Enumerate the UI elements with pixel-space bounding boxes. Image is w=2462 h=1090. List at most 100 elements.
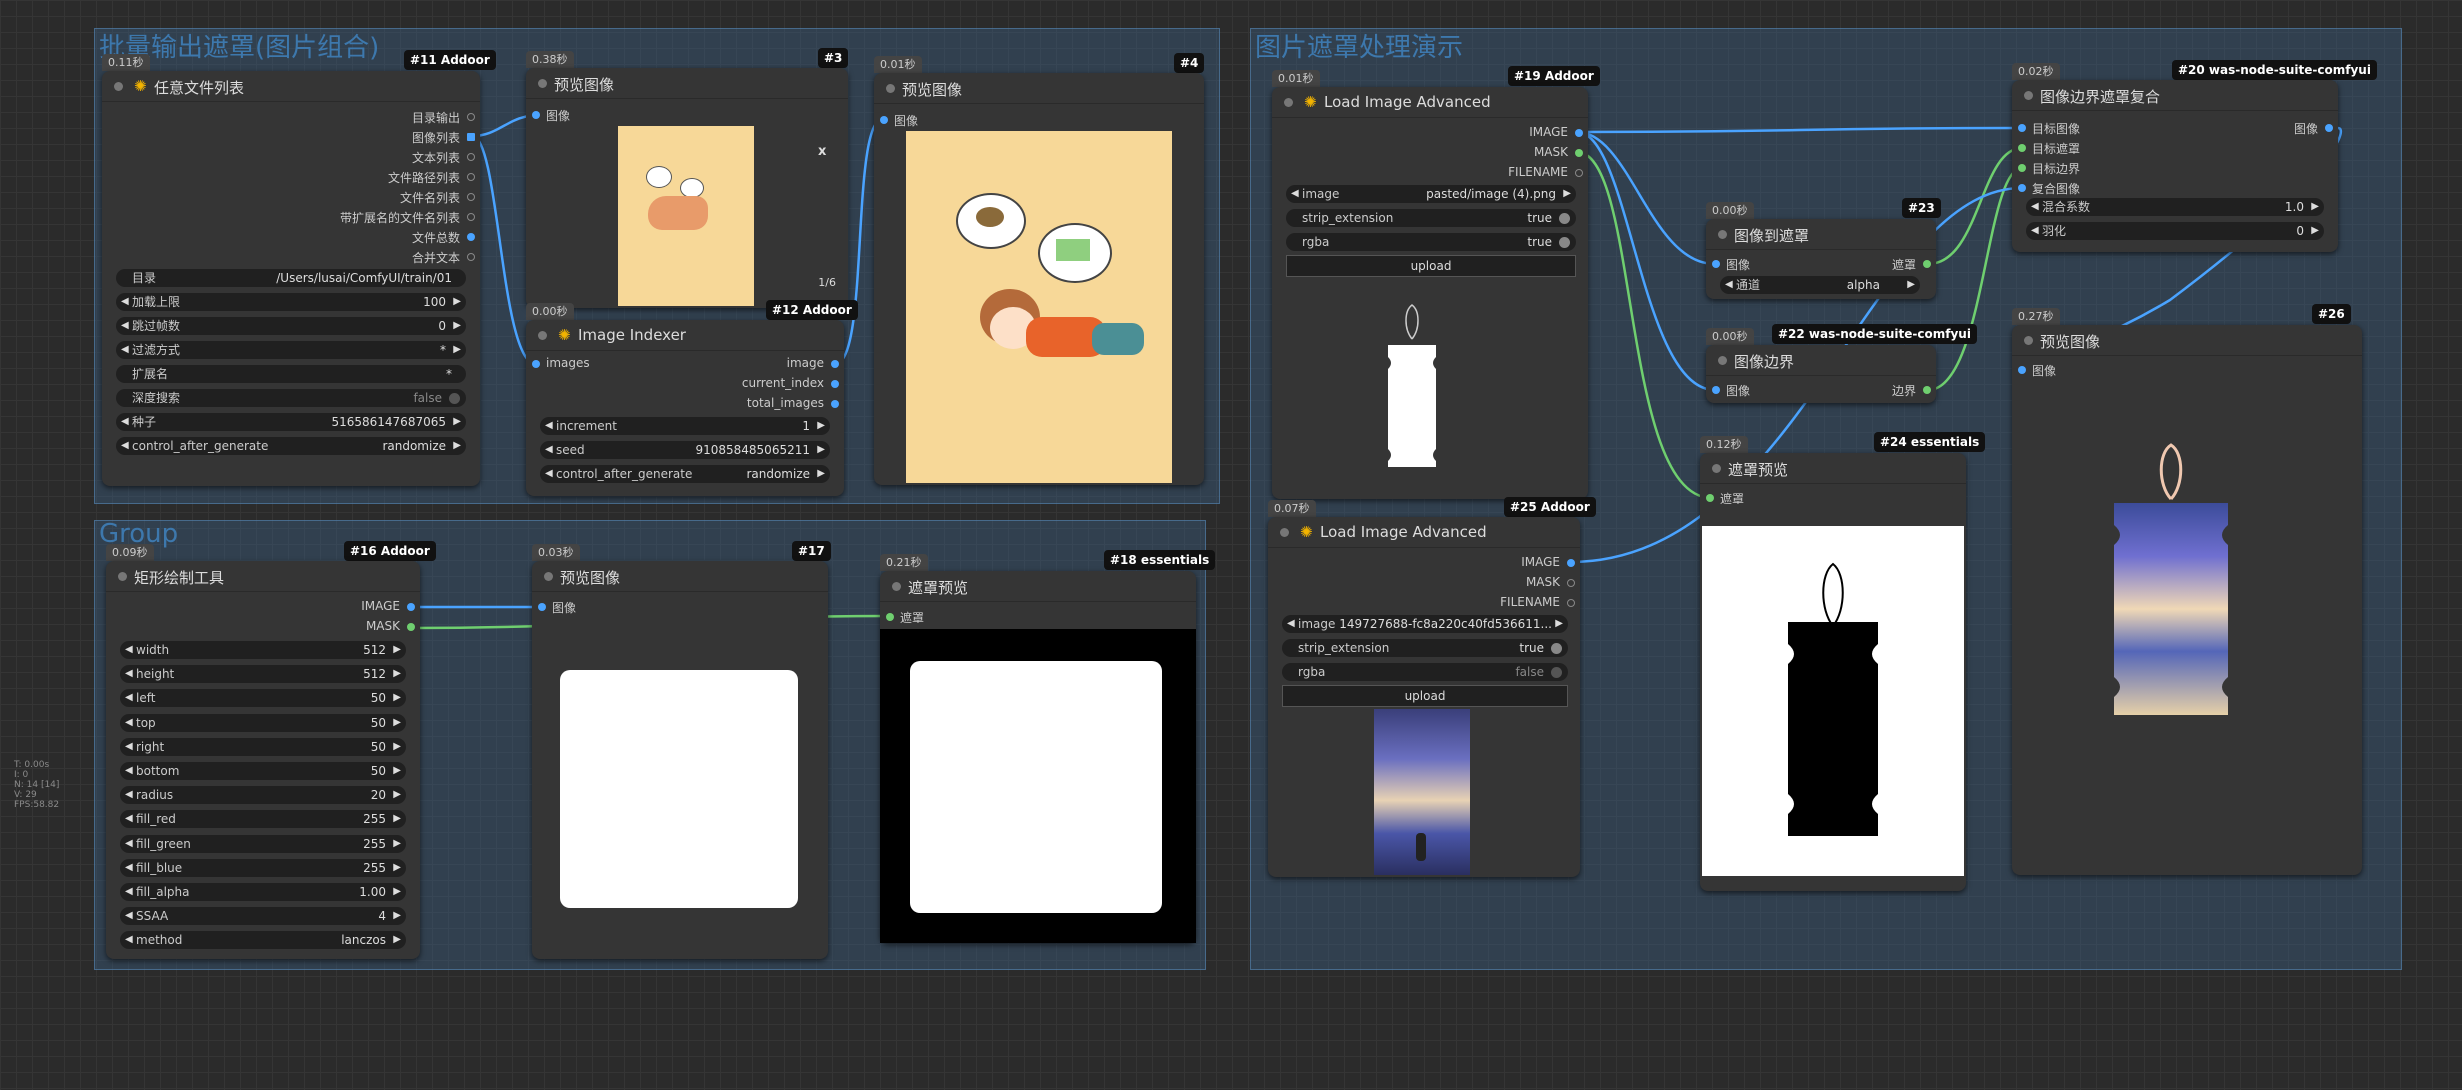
node-23-image-to-mask[interactable]: 图像到遮罩 图像 遮罩 ◀ 通道 alpha ▶ [1706,219,1936,299]
node-header[interactable]: 遮罩预览 [1700,453,1966,484]
output-socket[interactable] [467,173,475,181]
widget-width[interactable]: ◀ width 512 ▶ [120,641,406,659]
collapse-dot[interactable] [1280,528,1289,537]
output-socket[interactable] [407,603,415,611]
node-header[interactable]: ✺ 任意文件列表 [102,71,480,102]
input-socket[interactable] [886,613,894,621]
input-socket[interactable] [532,111,540,119]
output-socket[interactable] [1567,559,1575,567]
node-header[interactable]: 图像到遮罩 [1706,219,1936,250]
input-socket[interactable] [1706,494,1714,502]
widget-feather[interactable]: ◀ 羽化 0 ▶ [2026,222,2324,240]
composite-tag-image[interactable] [2106,441,2236,717]
collapse-dot[interactable] [892,582,901,591]
node-header[interactable]: 矩形绘制工具 [106,561,420,592]
input-socket[interactable] [2018,144,2026,152]
node-22-image-bounds[interactable]: 图像边界 图像 边界 [1706,345,1936,403]
output-socket[interactable] [467,253,475,261]
widget-fill-red[interactable]: ◀ fill_red 255 ▶ [120,810,406,829]
node-header[interactable]: 预览图像 [2012,325,2362,356]
upload-button[interactable]: upload [1286,255,1576,277]
widget-rgba[interactable]: rgba false [1282,663,1568,681]
input-socket[interactable] [538,603,546,611]
widget-control-after-generate[interactable]: ◀ control_after_generate randomize ▶ [116,437,466,455]
collapse-dot[interactable] [2024,91,2033,100]
collapse-dot[interactable] [1718,230,1727,239]
widget-strip-extension[interactable]: strip_extension true [1282,639,1568,657]
output-socket[interactable] [831,400,839,408]
widget-increment[interactable]: ◀ increment 1 ▶ [540,417,830,435]
widget-image[interactable]: ◀ image 149727688-fc8a220c40fd536611... ▶ [1282,615,1568,633]
widget-filter[interactable]: ◀ 过滤方式 * ▶ [116,341,466,359]
node-header[interactable]: 预览图像 [526,68,848,99]
node-18-mask-preview[interactable]: 遮罩预览 遮罩 [880,571,1196,943]
widget-blend-factor[interactable]: ◀ 混合系数 1.0 ▶ [2026,198,2324,216]
loaded-image-thumbnail[interactable] [1374,709,1470,875]
preview-white-rect[interactable] [560,670,798,908]
widget-method[interactable]: ◀ method lanczos ▶ [120,931,406,950]
collapse-dot[interactable] [118,572,127,581]
input-socket[interactable] [2018,184,2026,192]
node-12-image-indexer[interactable]: ✺ Image Indexer images image current_ind… [526,320,844,496]
collapse-dot[interactable] [2024,336,2033,345]
output-socket[interactable] [1923,260,1931,268]
input-socket[interactable] [532,360,540,368]
output-socket[interactable] [407,623,415,631]
preview-image[interactable] [906,131,1172,483]
widget-extension[interactable]: 扩展名 * [116,365,466,383]
input-socket[interactable] [880,116,888,124]
collapse-dot[interactable] [1712,464,1721,473]
upload-button[interactable]: upload [1282,685,1568,707]
output-socket[interactable] [1567,599,1575,607]
widget-right[interactable]: ◀ right 50 ▶ [120,737,406,756]
widget-rgba[interactable]: rgba true [1286,233,1576,251]
widget-radius[interactable]: ◀ radius 20 ▶ [120,786,406,805]
output-socket[interactable] [467,193,475,201]
output-socket[interactable] [467,233,475,241]
node-header[interactable]: 图像边界遮罩复合 [2012,80,2338,111]
node-header[interactable]: 预览图像 [874,73,1204,104]
output-socket[interactable] [2325,124,2333,132]
collapse-dot[interactable] [544,572,553,581]
node-header[interactable]: 预览图像 [532,561,828,592]
node-header[interactable]: 图像边界 [1706,345,1936,376]
output-socket[interactable] [831,360,839,368]
collapse-dot[interactable] [538,331,547,340]
node-26-preview-image[interactable]: 预览图像 图像 [2012,325,2362,875]
node-3-preview-image[interactable]: 预览图像 图像 x 1/6 [526,68,848,308]
output-socket[interactable] [1575,169,1583,177]
output-socket[interactable] [467,153,475,161]
tag-preview-image[interactable] [1382,299,1442,469]
widget-fill-green[interactable]: ◀ fill_green 255 ▶ [120,834,406,853]
widget-directory[interactable]: 目录/Users/lusai/ComfyUI/train/01 [116,269,466,287]
node-4-preview-image[interactable]: 预览图像 图像 [874,73,1204,485]
collapse-dot[interactable] [114,82,123,91]
collapse-dot[interactable] [1284,98,1293,107]
node-16-rectangle-tool[interactable]: 矩形绘制工具 IMAGE MASK ◀ width 512 ▶ ◀ height 512 ▶ ◀… [106,561,420,959]
output-socket[interactable] [831,380,839,388]
mask-preview-image[interactable] [1702,526,1964,876]
node-24-mask-preview[interactable]: 遮罩预览 遮罩 [1700,453,1966,891]
widget-skip-frames[interactable]: ◀ 跳过帧数 0 ▶ [116,317,466,335]
collapse-dot[interactable] [886,84,895,93]
node-25-load-image-advanced[interactable]: ✺ Load Image Advanced IMAGE MASK FILENAM… [1268,517,1580,877]
widget-fill-blue[interactable]: ◀ fill_blue 255 ▶ [120,858,406,877]
output-socket[interactable] [1923,386,1931,394]
output-socket[interactable] [467,113,475,121]
node-header[interactable]: 遮罩预览 [880,571,1196,602]
widget-bottom[interactable]: ◀ bottom 50 ▶ [120,762,406,780]
widget-seed[interactable]: ◀ 种子 516586147687065 ▶ [116,413,466,431]
node-20-image-bounds-mask-composite[interactable]: 图像边界遮罩复合 目标图像 目标遮罩 目标边界 复合图像 图像 ◀ 混合系数 1.0… [2012,80,2338,252]
collapse-dot[interactable] [538,79,547,88]
widget-left[interactable]: ◀ left 50 ▶ [120,689,406,708]
output-socket[interactable] [1567,579,1575,587]
node-19-load-image-advanced[interactable]: ✺ Load Image Advanced IMAGE MASK FILENAM… [1272,87,1588,499]
widget-top[interactable]: ◀ top 50 ▶ [120,713,406,732]
widget-seed[interactable]: ◀ seed 910858485065211 ▶ [540,441,830,459]
preview-thumbnail[interactable] [618,126,754,306]
input-socket[interactable] [1712,260,1720,268]
node-17-preview-image[interactable]: 预览图像 图像 [532,561,828,959]
widget-image[interactable]: ◀ image pasted/image (4).png ▶ [1286,185,1576,203]
output-socket[interactable] [467,133,475,141]
widget-height[interactable]: ◀ height 512 ▶ [120,665,406,684]
